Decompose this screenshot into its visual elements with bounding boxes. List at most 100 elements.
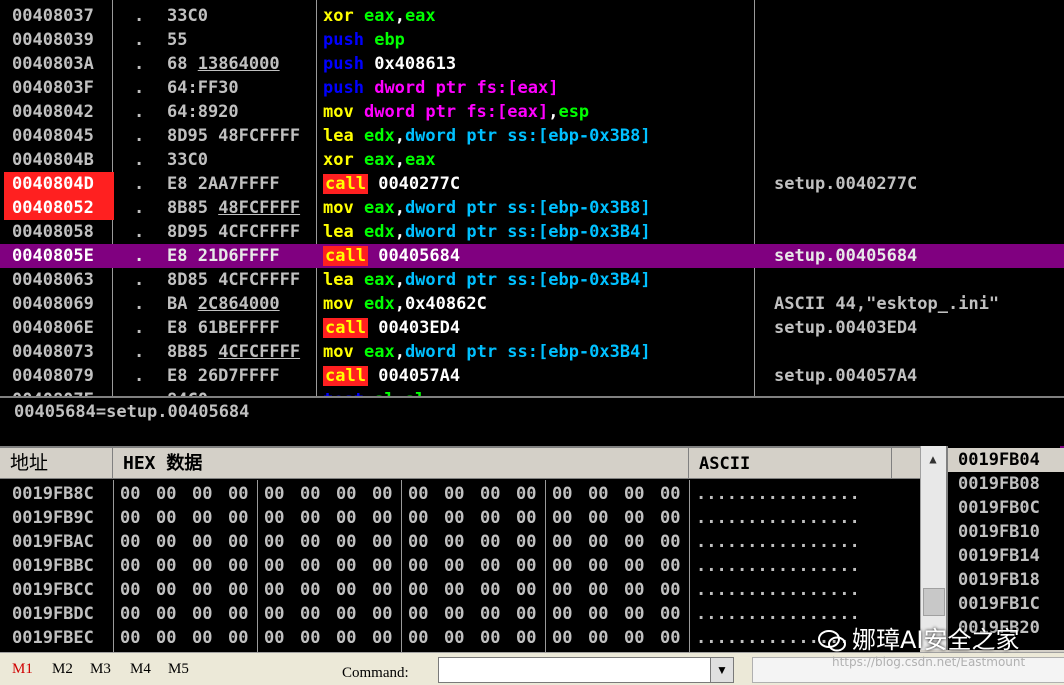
dump-address: 0019FBEC xyxy=(12,628,94,648)
disasm-address: 00408037 xyxy=(12,6,94,26)
disasm-flag: . xyxy=(134,102,145,122)
disasm-row[interactable]: 00408042. 64:8920 mov dword ptr fs:[eax],e… xyxy=(0,100,1064,124)
disasm-flag: . xyxy=(134,270,145,290)
memory-tab-m1[interactable]: M1 xyxy=(12,661,33,678)
disasm-bytes: 33C0 xyxy=(167,150,208,170)
disasm-row[interactable]: 0040803A. 68 13864000 push 0x408613 xyxy=(0,52,1064,76)
dump-hex: 00 00 00 00 00 00 00 00 00 00 00 00 00 00 00 00 xyxy=(120,604,681,624)
disasm-row[interactable]: 00408063. 8D85 4CFCFFFF lea eax,dword ptr … xyxy=(0,268,1064,292)
stack-address[interactable]: 0019FB08 xyxy=(958,472,1040,496)
disasm-flag: . xyxy=(134,78,145,98)
wechat-icon xyxy=(818,630,846,652)
dump-row[interactable]: 0019FB9C 00 00 00 00 00 00 00 00 00 00 00 00 00 00 00 00… xyxy=(0,506,920,530)
dump-ascii: ................ xyxy=(696,484,860,504)
disasm-row[interactable]: 00408039. 55 push ebp xyxy=(0,28,1064,52)
dump-header-ascii[interactable]: ASCII xyxy=(689,448,892,479)
command-input[interactable]: ▼ xyxy=(438,657,734,683)
disasm-row[interactable]: 00408069. BA 2C864000 mov edx,0x40862C ASCI… xyxy=(0,292,1064,316)
dump-row[interactable]: 0019FBCC 00 00 00 00 00 00 00 00 00 00 00 00 00 00 00 00… xyxy=(0,578,920,602)
disasm-address: 00408079 xyxy=(12,366,94,386)
disasm-flag: . xyxy=(134,366,145,386)
disasm-flag: . xyxy=(134,388,144,396)
disasm-instruction: lea edx,dword ptr ss:[ebp-0x3B4] xyxy=(323,222,651,242)
dump-hex: 00 00 00 00 00 00 00 00 00 00 00 00 00 00 00 00 xyxy=(120,484,681,504)
disasm-comment: setup.00403ED4 xyxy=(774,318,918,338)
watermark-text: 娜璋AI安全之家 xyxy=(852,626,1020,654)
disasm-row[interactable]: 0040805E. E8 21D6FFFF call 00405684 setup.0… xyxy=(0,244,1064,268)
disasm-row[interactable]: 0040804B. 33C0 xor eax,eax xyxy=(0,148,1064,172)
dump-address: 0019FBCC xyxy=(12,580,94,600)
dump-row[interactable]: 0019FBBC 00 00 00 00 00 00 00 00 00 00 00 00 00 00 00 00… xyxy=(0,554,920,578)
dump-header-address[interactable]: 地址 xyxy=(0,448,113,479)
disasm-address: 0040804B xyxy=(12,150,94,170)
disasm-comment: setup.00405684 xyxy=(774,246,918,266)
stack-address[interactable]: 0019FB10 xyxy=(958,520,1040,544)
disasm-bytes: E8 2AA7FFFF xyxy=(167,174,280,194)
disasm-instruction: lea eax,dword ptr ss:[ebp-0x3B4] xyxy=(323,270,651,290)
disasm-address: 0040803F xyxy=(12,78,94,98)
disasm-row[interactable]: 00408079. E8 26D7FFFF call 004057A4 setup.0… xyxy=(0,364,1064,388)
disasm-instruction: mov eax,dword ptr ss:[ebp-0x3B4] xyxy=(323,342,651,362)
disasm-flag: . xyxy=(134,294,145,314)
disasm-bytes: 8B85 4CFCFFFF xyxy=(167,342,301,362)
disasm-bytes: BA 2C864000 xyxy=(167,294,280,314)
disasm-instruction: xor eax,eax xyxy=(323,150,436,170)
disasm-row[interactable]: 0040803F. 64:FF30 push dword ptr fs:[eax] xyxy=(0,76,1064,100)
stack-address[interactable]: 0019FB0C xyxy=(958,496,1040,520)
disassembly-pane[interactable]: 00408037. 33C0 xor eax,eax 00408039. 55 push … xyxy=(0,0,1064,396)
disasm-row[interactable]: 0040804D. E8 2AA7FFFF call 0040277C setup.0… xyxy=(0,172,1064,196)
dump-row[interactable]: 0019FBEC 00 00 00 00 00 00 00 00 00 00 00 00 00 00 00 00… xyxy=(0,626,920,650)
disasm-comment: setup.004057A4 xyxy=(774,366,918,386)
disasm-flag: . xyxy=(134,342,145,362)
disasm-address: 00408052 xyxy=(4,196,114,220)
stack-address[interactable]: 0019FB04 xyxy=(948,448,1064,472)
disasm-row[interactable]: 00408073. 8B85 4CFCFFFF mov eax,dword ptr … xyxy=(0,340,1064,364)
memory-tab-m2[interactable]: M2 xyxy=(52,661,73,678)
disasm-flag: . xyxy=(134,126,145,146)
disasm-flag: . xyxy=(134,318,145,338)
disasm-row[interactable]: 00408037. 33C0 xor eax,eax xyxy=(0,4,1064,28)
dump-header-hex[interactable]: HEX 数据 xyxy=(113,448,689,479)
disasm-address: 00408069 xyxy=(12,294,94,314)
disasm-row[interactable]: 00408058. 8D95 4CFCFFFF lea edx,dword ptr … xyxy=(0,220,1064,244)
scroll-thumb[interactable] xyxy=(923,588,945,616)
disasm-instruction: mov dword ptr fs:[eax],esp xyxy=(323,102,590,122)
command-label: Command: xyxy=(342,665,409,681)
dump-address: 0019FB9C xyxy=(12,508,94,528)
dump-header-hex-label: HEX 数据 xyxy=(123,453,203,474)
dump-header-ascii-label: ASCII xyxy=(699,454,751,474)
disasm-bytes: 8B85 48FCFFFF xyxy=(167,198,301,218)
disasm-instruction: lea edx,dword ptr ss:[ebp-0x3B8] xyxy=(323,126,651,146)
dump-header-address-label: 地址 xyxy=(10,452,49,474)
watermark: 娜璋AI安全之家 xyxy=(818,620,1020,655)
disasm-row[interactable]: 0040806E. E8 61BEFFFF call 00403ED4 setup.0… xyxy=(0,316,1064,340)
disasm-flag: . xyxy=(134,54,145,74)
dump-hex: 00 00 00 00 00 00 00 00 00 00 00 00 00 00 00 00 xyxy=(120,580,681,600)
dump-row[interactable]: 0019FBDC 00 00 00 00 00 00 00 00 00 00 00 00 00 00 00 00… xyxy=(0,602,920,626)
stack-address[interactable]: 0019FB18 xyxy=(958,568,1040,592)
dump-row[interactable]: 0019FB8C 00 00 00 00 00 00 00 00 00 00 00 00 00 00 00 00… xyxy=(0,482,920,506)
disasm-instruction: xor eax,eax xyxy=(323,6,436,26)
stack-address[interactable]: 0019FB14 xyxy=(958,544,1040,568)
disasm-row[interactable]: 00408045. 8D95 48FCFFFF lea edx,dword ptr … xyxy=(0,124,1064,148)
disasm-instruction: push dword ptr fs:[eax] xyxy=(323,78,559,98)
watermark-url: https://blog.csdn.net/Eastmount xyxy=(832,655,1026,669)
disasm-bytes: 8D85 4CFCFFFF xyxy=(167,270,301,290)
command-dropdown-icon[interactable]: ▼ xyxy=(710,658,733,682)
memory-tab-m4[interactable]: M4 xyxy=(130,661,151,678)
scroll-up-icon[interactable]: ▲ xyxy=(924,450,942,468)
memory-tab-m5[interactable]: M5 xyxy=(168,661,189,678)
disasm-row[interactable]: 00408052. 8B85 48FCFFFF mov eax,dword ptr … xyxy=(0,196,1064,220)
disasm-instruction: test al,al xyxy=(323,388,753,396)
memory-tab-m3[interactable]: M3 xyxy=(90,661,111,678)
disasm-flag: . xyxy=(134,246,145,266)
disasm-address: 0040803A xyxy=(12,54,94,74)
disasm-bytes: 33C0 xyxy=(167,6,208,26)
disasm-address: 0040807E xyxy=(12,388,112,396)
stack-address[interactable]: 0019FB1C xyxy=(958,592,1040,616)
disasm-instruction: call 004057A4 xyxy=(323,366,461,386)
dump-row[interactable]: 0019FBAC 00 00 00 00 00 00 00 00 00 00 00 00 00 00 00 00… xyxy=(0,530,920,554)
disasm-instruction: call 00403ED4 xyxy=(323,318,461,338)
disasm-row[interactable]: 0040807E. 84C0 test al,al xyxy=(0,388,1064,396)
memory-dump-pane[interactable]: 地址 HEX 数据 ASCII 0019FB8C 00 00 00 00 00 00 00 00… xyxy=(0,446,920,652)
